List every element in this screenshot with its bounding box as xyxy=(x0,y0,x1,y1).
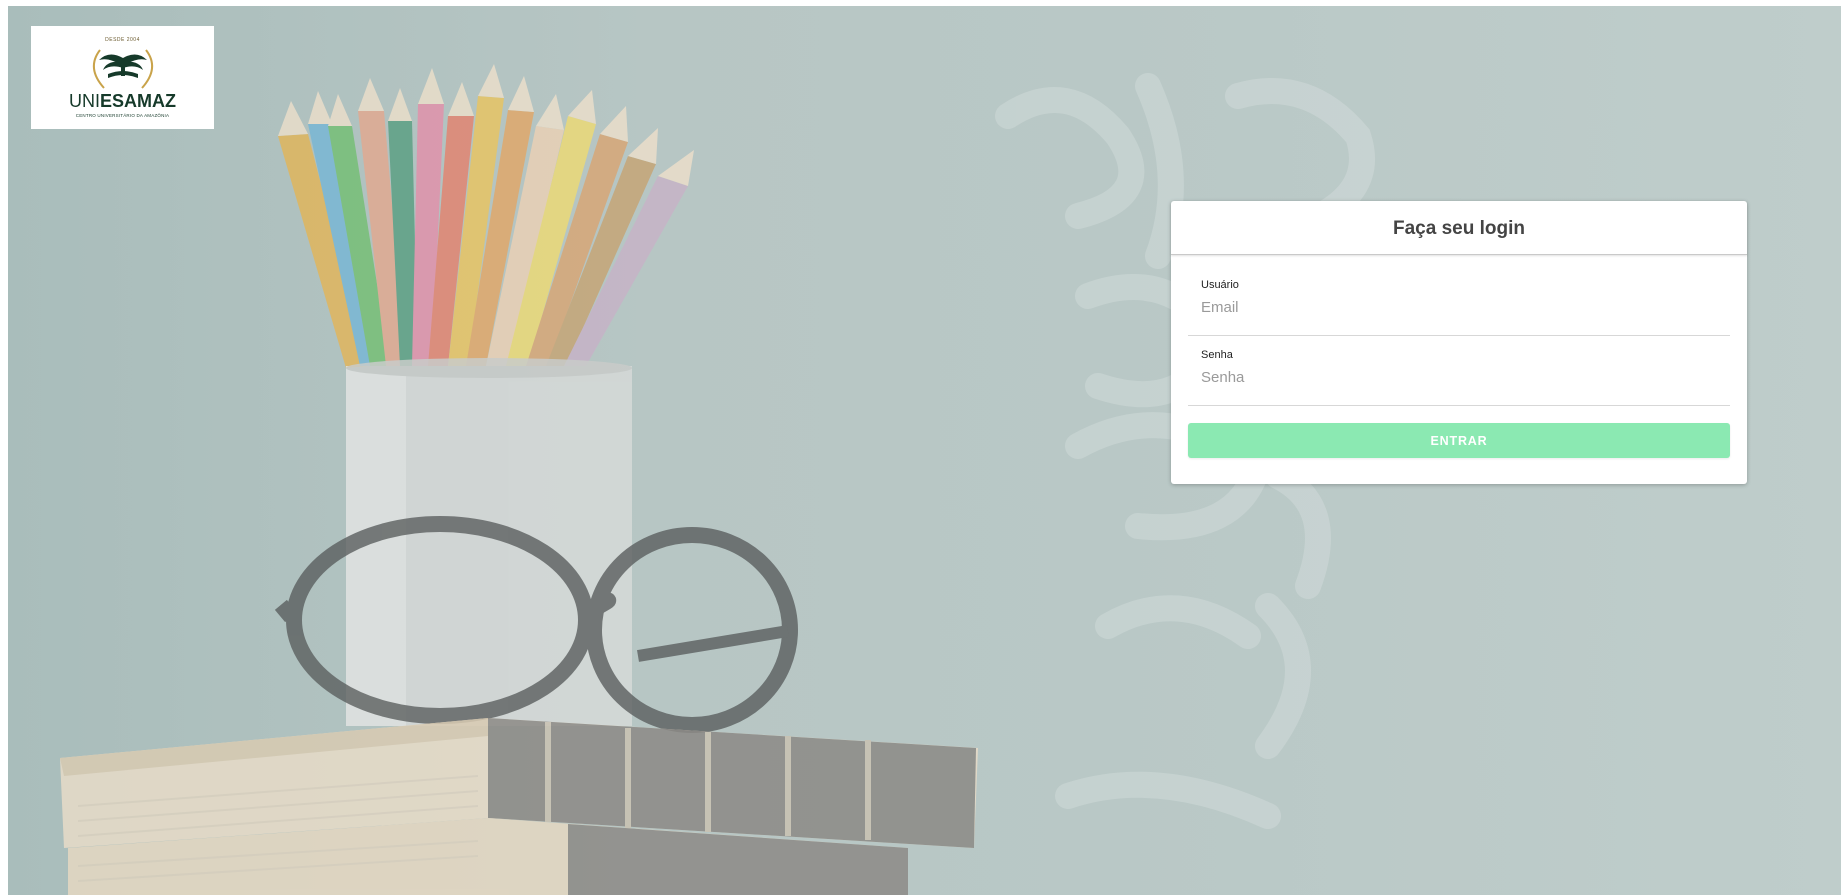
page-viewport: DESDE 2004 UNIESAMAZ CENTRO UNIVERSITÁRI… xyxy=(8,6,1841,895)
pencils xyxy=(278,64,694,368)
logo-name-bold: ESAMAZ xyxy=(100,91,176,111)
password-input[interactable] xyxy=(1201,366,1721,388)
pencil-cup xyxy=(346,358,632,726)
login-submit-button[interactable]: ENTRAR xyxy=(1188,423,1730,458)
username-field: Usuário xyxy=(1188,279,1730,336)
username-label: Usuário xyxy=(1201,279,1239,291)
logo-name-light: UNI xyxy=(69,91,100,111)
login-title: Faça seu login xyxy=(1393,217,1525,239)
books xyxy=(60,718,978,895)
password-field: Senha xyxy=(1188,349,1730,406)
login-card-header: Faça seu login xyxy=(1171,201,1747,255)
laurel-book-emblem-icon xyxy=(92,49,153,89)
password-label: Senha xyxy=(1201,349,1233,361)
username-input[interactable] xyxy=(1201,296,1721,318)
logo-since-text: DESDE 2004 xyxy=(105,37,140,43)
login-card: Faça seu login Usuário Senha ENTRAR xyxy=(1171,201,1747,484)
logo-wordmark: UNIESAMAZ xyxy=(69,92,176,110)
university-logo: DESDE 2004 UNIESAMAZ CENTRO UNIVERSITÁRI… xyxy=(31,26,214,129)
logo-tagline: CENTRO UNIVERSITÁRIO DA AMAZÔNIA xyxy=(75,113,170,118)
